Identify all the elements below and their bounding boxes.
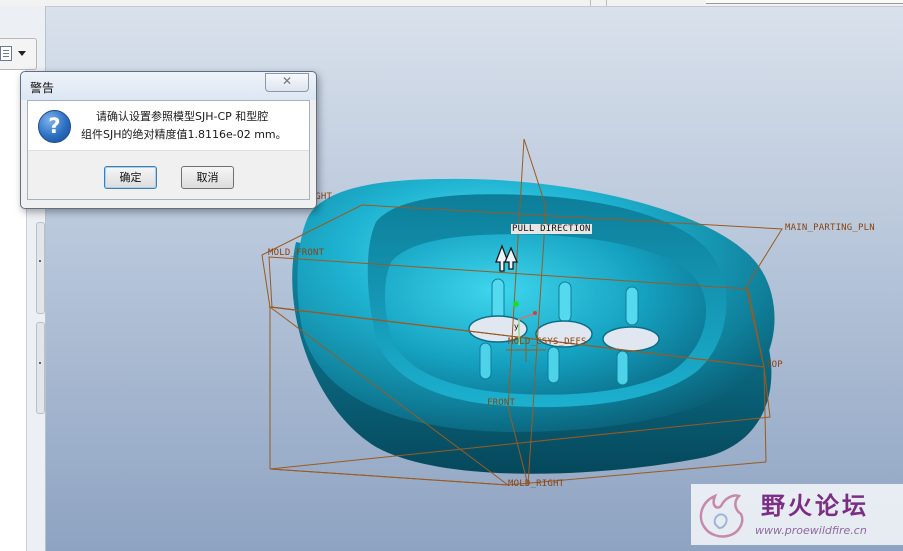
drain-slot: [558, 281, 572, 323]
close-button[interactable]: ✕: [265, 73, 309, 92]
dialog-body: ? 请确认设置参照模型SJH-CP 和型腔 组件SJH的绝对精度值1.8116e…: [27, 100, 310, 200]
watermark-url: www.proewildfire.cn: [755, 524, 867, 537]
cancel-button[interactable]: 取消: [181, 166, 234, 189]
dialog-message-line2: 组件SJH的绝对精度值1.8116e-02 mm。: [81, 128, 287, 141]
soap-dish-floor: [384, 234, 707, 395]
warning-dialog: 警告 ✕ ? 请确认设置参照模型SJH-CP 和型腔 组件SJH的绝对精度值1.…: [20, 71, 317, 209]
splitter-dot: [39, 362, 41, 364]
datum-label-top[interactable]: TOP: [766, 360, 783, 370]
dialog-message-line1: 请确认设置参照模型SJH-CP 和型腔: [96, 110, 269, 123]
forum-watermark: 野火论坛 www.proewildfire.cn: [691, 484, 903, 545]
drain-slot: [547, 346, 560, 384]
datum-label-main-parting-pln[interactable]: MAIN_PARTING_PLN: [785, 223, 875, 233]
datum-label-mold-front[interactable]: MOLD_FRONT: [268, 248, 324, 258]
question-icon: ?: [38, 110, 71, 143]
drain-slot: [616, 350, 629, 386]
drain-slot: [491, 278, 505, 322]
toolbar-separator: [590, 0, 591, 6]
drain-hole: [602, 326, 660, 352]
toolbar-separator: [606, 0, 607, 6]
ok-button[interactable]: 确定: [104, 166, 157, 189]
dialog-message-area: ? 请确认设置参照模型SJH-CP 和型腔 组件SJH的绝对精度值1.8116e…: [28, 101, 309, 151]
datum-label-mold-right[interactable]: MOLD_RIGHT: [508, 479, 564, 489]
datum-label-csys[interactable]: MOLD_CSYS_DEFS: [508, 337, 587, 347]
document-icon: [0, 46, 12, 61]
dropdown-arrow-icon: [18, 51, 26, 56]
drain-slot: [625, 286, 639, 326]
splitter-dot: [39, 260, 41, 262]
panel-splitter-handle[interactable]: [36, 222, 45, 314]
svg-text:y: y: [514, 322, 519, 331]
model-tree-toolbar-button[interactable]: [0, 38, 37, 70]
dialog-title-bar[interactable]: 警告 ✕: [21, 72, 316, 100]
close-icon: ✕: [282, 74, 293, 88]
flame-logo-icon: [699, 493, 744, 538]
datum-label-front[interactable]: FRONT: [487, 398, 515, 408]
top-toolbar-strip: [0, 0, 903, 7]
dialog-title: 警告: [30, 81, 55, 95]
datum-label-pull-direction[interactable]: PULL DIRECTION: [511, 224, 592, 234]
panel-splitter-handle[interactable]: [36, 322, 45, 414]
toolbar-input[interactable]: [706, 0, 903, 4]
drain-slot: [479, 342, 492, 380]
watermark-site-name: 野火论坛: [761, 492, 869, 520]
